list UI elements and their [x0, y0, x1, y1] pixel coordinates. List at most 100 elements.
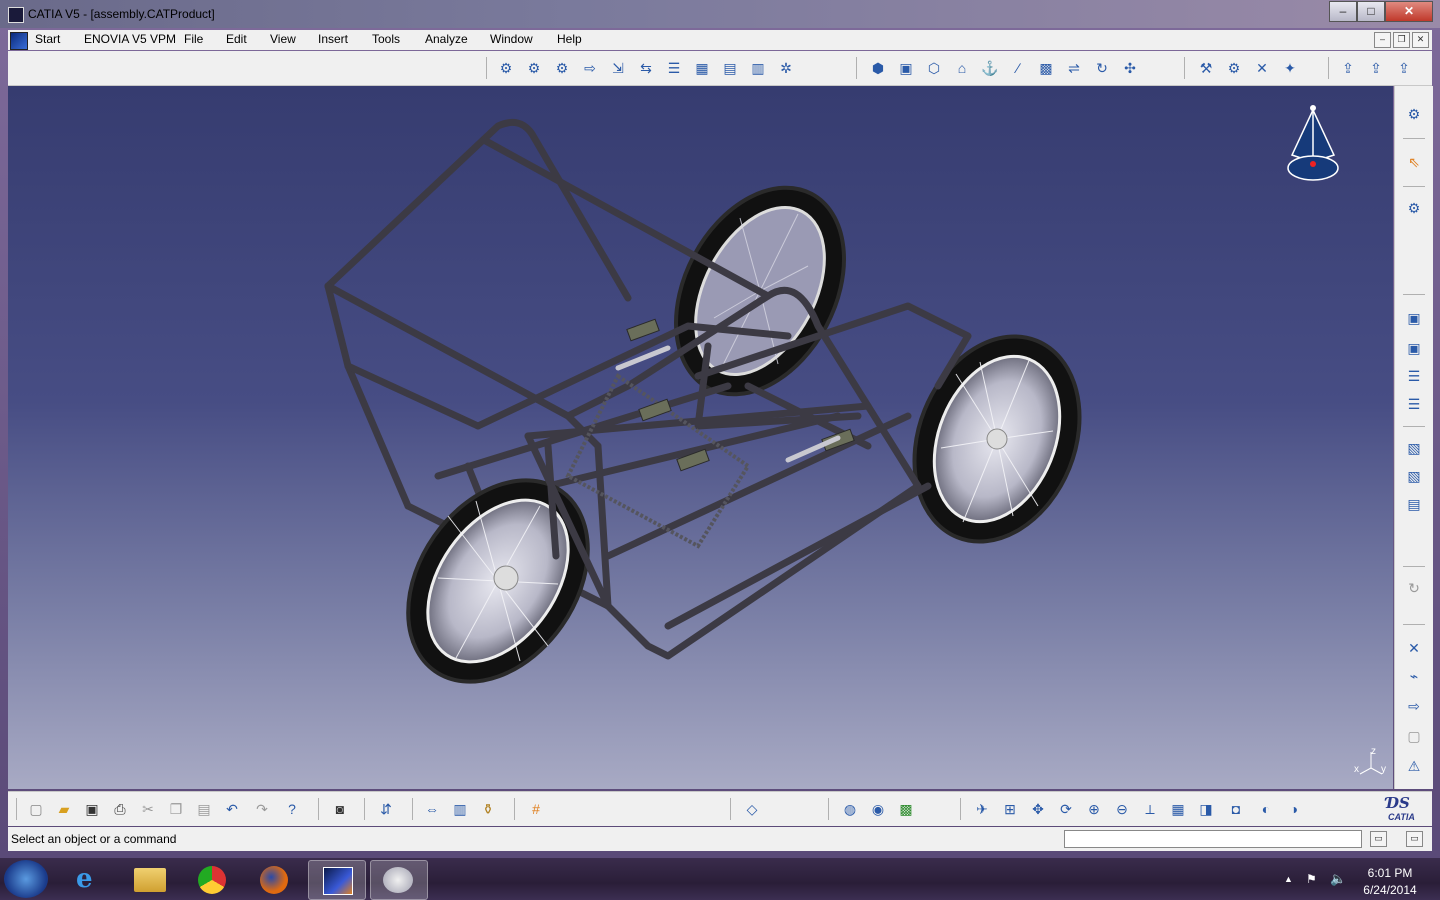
close-button[interactable]: ✕: [1385, 1, 1433, 22]
menu-tools[interactable]: Tools: [372, 32, 400, 46]
grid-icon[interactable]: #: [526, 799, 546, 819]
smart-move-icon[interactable]: ⬡: [924, 58, 944, 78]
listing-report-icon[interactable]: ☰: [1404, 394, 1424, 414]
refresh-icon[interactable]: ↻: [1404, 578, 1424, 598]
render-icon[interactable]: ◉: [868, 799, 888, 819]
doc-minimize-button[interactable]: –: [1374, 32, 1391, 48]
taskbar-catia[interactable]: [308, 860, 366, 900]
swap-visible-space-icon[interactable]: ◑: [1284, 799, 1304, 819]
capture-camera-icon[interactable]: ◙: [330, 799, 350, 819]
maximize-button[interactable]: □: [1357, 1, 1385, 22]
contact-constraint-icon[interactable]: ▩: [1036, 58, 1056, 78]
clash-analysis-icon[interactable]: ⚒: [1196, 58, 1216, 78]
distance-analysis-icon[interactable]: ✕: [1252, 58, 1272, 78]
menu-file[interactable]: File: [184, 32, 203, 46]
snap-icon[interactable]: ▣: [896, 58, 916, 78]
selective-load-icon[interactable]: ▦: [692, 58, 712, 78]
hide-show-icon[interactable]: ◐: [1256, 799, 1276, 819]
replace-component-icon[interactable]: ⇲: [608, 58, 628, 78]
copy-icon[interactable]: ❐: [166, 799, 186, 819]
product-structure-icon[interactable]: ⚙: [1404, 198, 1424, 218]
start-orb-icon[interactable]: [4, 860, 48, 898]
menu-insert[interactable]: Insert: [318, 32, 348, 46]
shading-icon[interactable]: ◘: [1226, 799, 1246, 819]
zoom-in-icon[interactable]: ⊕: [1084, 799, 1104, 819]
manipulation-icon[interactable]: ⬢: [868, 58, 888, 78]
catia-start-logo-icon[interactable]: [10, 32, 28, 50]
annotation-icon[interactable]: ▤: [1404, 494, 1424, 514]
catalog-browser-icon[interactable]: ⇪: [1338, 58, 1358, 78]
measure-between-icon[interactable]: ⇔: [422, 799, 442, 819]
normal-view-icon[interactable]: ⟂: [1140, 799, 1160, 819]
menu-help[interactable]: Help: [557, 32, 582, 46]
measure-inertia-icon[interactable]: ⚱: [478, 799, 498, 819]
multi-instantiation-icon[interactable]: ▥: [748, 58, 768, 78]
title-bar[interactable]: CATIA V5 - [assembly.CATProduct] – □ ✕: [0, 0, 1440, 28]
weld-feature-icon[interactable]: ✕: [1404, 638, 1424, 658]
taskbar-firefox[interactable]: [246, 860, 302, 898]
menu-window[interactable]: Window: [490, 32, 533, 46]
sectioning-icon[interactable]: ⚙: [1224, 58, 1244, 78]
taskbar-file-explorer[interactable]: [122, 860, 178, 898]
menu-start[interactable]: Start: [35, 32, 60, 46]
doc-close-button[interactable]: ✕: [1412, 32, 1429, 48]
doc-restore-button[interactable]: ❐: [1393, 32, 1410, 48]
fit-all-in-icon[interactable]: ⊞: [1000, 799, 1020, 819]
coincidence-constraint-icon[interactable]: ∕: [1008, 58, 1028, 78]
undo-icon[interactable]: ↶: [222, 799, 242, 819]
menu-analyze[interactable]: Analyze: [425, 32, 468, 46]
front-right-wheel[interactable]: [885, 311, 1109, 566]
print-icon[interactable]: ⎙: [110, 799, 130, 819]
status-option-button-2[interactable]: ▭: [1406, 831, 1423, 847]
view-creation-icon[interactable]: ▢: [1404, 726, 1424, 746]
new-product-icon[interactable]: ⚙: [552, 58, 572, 78]
enhanced-scene-icon[interactable]: ▧: [1404, 466, 1424, 486]
knowledge-icon[interactable]: ◇: [742, 799, 762, 819]
action-center-flag-icon[interactable]: ⚑: [1306, 872, 1317, 886]
new-part-icon[interactable]: ⇨: [580, 58, 600, 78]
offset-constraint-icon[interactable]: ⇌: [1064, 58, 1084, 78]
cut-icon[interactable]: ✂: [138, 799, 158, 819]
insert-component-icon[interactable]: ▣: [1404, 308, 1424, 328]
constraint-display-icon[interactable]: ⚠: [1404, 756, 1424, 776]
assembly-model[interactable]: [8, 86, 1393, 789]
update-icon[interactable]: ↻: [1092, 58, 1112, 78]
stop-manipulate-icon[interactable]: ⚓: [980, 58, 1000, 78]
pan-icon[interactable]: ✥: [1028, 799, 1048, 819]
rotate-icon[interactable]: ⟳: [1056, 799, 1076, 819]
insert-product-icon[interactable]: ▣: [1404, 338, 1424, 358]
open-folder-icon[interactable]: ▰: [54, 799, 74, 819]
minimize-button[interactable]: –: [1329, 1, 1357, 22]
compass-icon[interactable]: [1280, 100, 1346, 186]
manage-representations-icon[interactable]: ▤: [720, 58, 740, 78]
fly-mode-icon[interactable]: ✈: [972, 799, 992, 819]
zoom-out-icon[interactable]: ⊖: [1112, 799, 1132, 819]
whats-this-icon[interactable]: ?: [282, 799, 302, 819]
paste-icon[interactable]: ▤: [194, 799, 214, 819]
menu-view[interactable]: View: [270, 32, 296, 46]
clock-date[interactable]: 6/24/2014: [1360, 883, 1420, 897]
new-component-icon[interactable]: ⚙: [524, 58, 544, 78]
command-input[interactable]: [1064, 830, 1362, 848]
taskbar-chrome[interactable]: [184, 860, 240, 898]
volume-icon[interactable]: 🔈: [1330, 871, 1346, 887]
apply-appearance-icon[interactable]: ▩: [896, 799, 916, 819]
redo-icon[interactable]: ↷: [252, 799, 272, 819]
taskbar-internet-explorer[interactable]: e: [62, 860, 118, 898]
measure-item-icon[interactable]: ▥: [450, 799, 470, 819]
bill-of-material-icon[interactable]: ☰: [1404, 366, 1424, 386]
select-icon[interactable]: ⇖: [1404, 152, 1424, 172]
menu-edit[interactable]: Edit: [226, 32, 247, 46]
multi-view-icon[interactable]: ▦: [1168, 799, 1188, 819]
isometric-view-icon[interactable]: ◨: [1196, 799, 1216, 819]
explode-icon[interactable]: ⌂: [952, 58, 972, 78]
existing-component-icon[interactable]: ⚙: [496, 58, 516, 78]
status-option-button[interactable]: ▭: [1370, 831, 1387, 847]
save-catalog-icon[interactable]: ⇪: [1366, 58, 1386, 78]
reuse-pattern-icon[interactable]: ⇪: [1394, 58, 1414, 78]
taskbar-paint[interactable]: [370, 860, 428, 900]
workbench-icon[interactable]: ⚙: [1404, 104, 1424, 124]
text-with-leader-icon[interactable]: ⌁: [1404, 666, 1424, 686]
graph-tree-reordering-icon[interactable]: ⇆: [636, 58, 656, 78]
switch-assembly-icon[interactable]: ⇵: [376, 799, 396, 819]
